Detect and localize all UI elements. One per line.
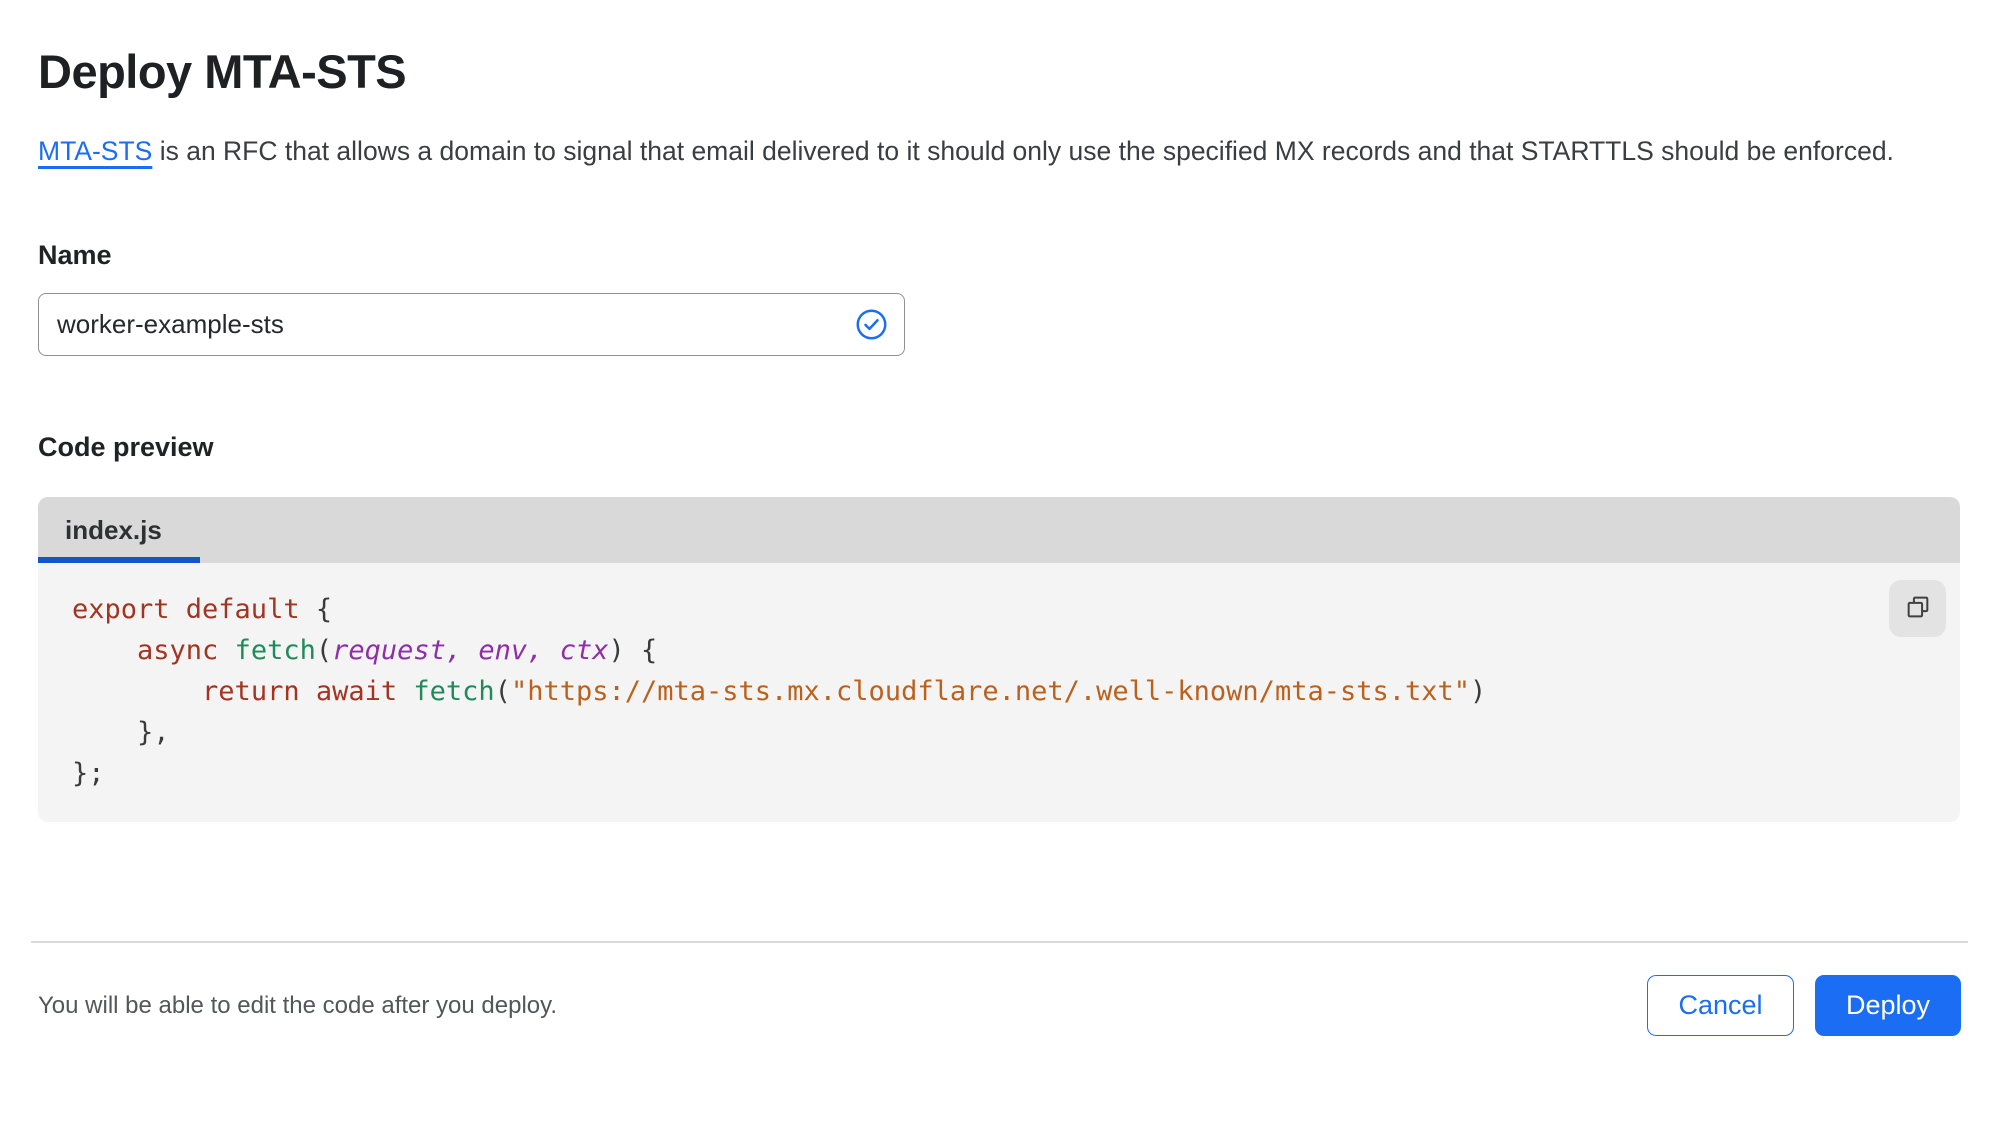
name-label: Name <box>38 240 112 270</box>
description-text: MTA-STS is an RFC that allows a domain t… <box>38 129 1948 174</box>
cancel-button[interactable]: Cancel <box>1647 975 1794 1036</box>
footer-actions: Cancel Deploy <box>1647 975 1961 1036</box>
copy-code-button[interactable] <box>1889 580 1946 637</box>
code-block: export default { async fetch(request, en… <box>72 594 1487 789</box>
copy-icon <box>1904 593 1932 624</box>
tab-index-js[interactable]: index.js <box>38 497 224 563</box>
page-title: Deploy MTA-STS <box>38 45 407 98</box>
code-tab-bar: index.js <box>38 497 1960 563</box>
footer-divider <box>31 941 1968 943</box>
code-preview-label: Code preview <box>38 432 214 462</box>
deploy-button[interactable]: Deploy <box>1814 975 1961 1036</box>
check-circle-icon <box>855 308 888 341</box>
code-editor-area: export default { async fetch(request, en… <box>38 563 1960 822</box>
code-preview-panel: index.js export default { async fetch(re… <box>38 497 1960 822</box>
name-input[interactable] <box>57 309 855 340</box>
mta-sts-link[interactable]: MTA-STS <box>38 136 152 166</box>
tab-label: index.js <box>65 514 162 545</box>
footer: You will be able to edit the code after … <box>0 975 1999 1036</box>
name-input-container <box>38 293 905 356</box>
deploy-mta-sts-page: Deploy MTA-STS MTA-STS is an RFC that al… <box>0 44 1999 822</box>
footer-note: You will be able to edit the code after … <box>38 991 558 1019</box>
description-body: is an RFC that allows a domain to signal… <box>152 136 1894 166</box>
